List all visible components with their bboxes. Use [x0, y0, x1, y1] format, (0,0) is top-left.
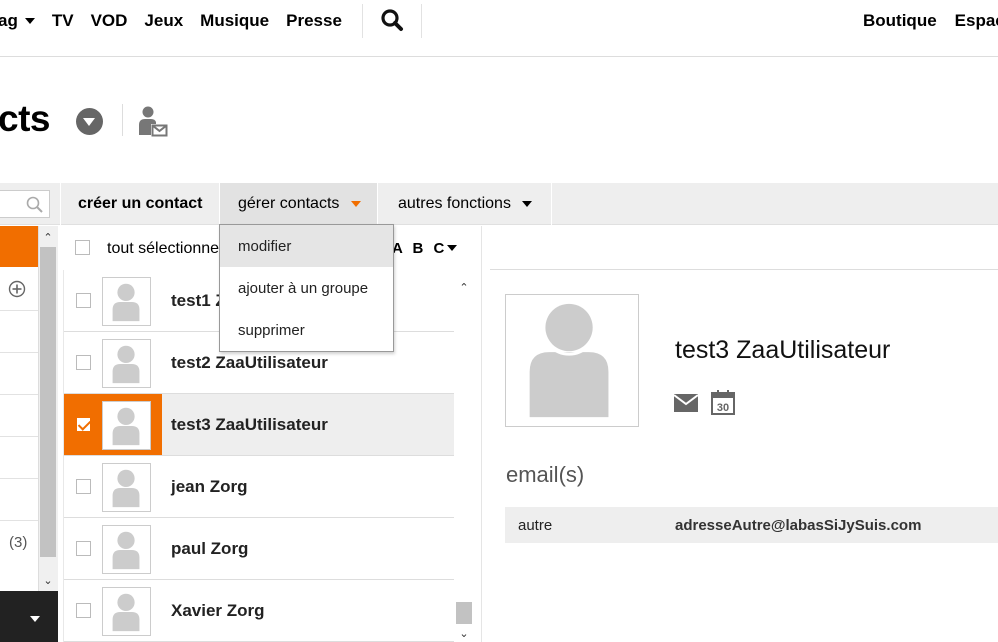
- contact-checkbox-checked[interactable]: [76, 417, 91, 432]
- email-row: autre adresseAutre@labasSiJySuis.com: [505, 507, 998, 543]
- top-navigation: ag TV VOD Jeux Musique Presse Boutique E…: [0, 0, 998, 57]
- search-icon: [26, 196, 43, 213]
- contact-row[interactable]: Xavier Zorg: [64, 580, 454, 642]
- search-icon[interactable]: [378, 7, 406, 35]
- contact-checkbox[interactable]: [76, 479, 91, 494]
- nav-item-musique[interactable]: Musique: [200, 11, 269, 31]
- avatar: [102, 339, 151, 388]
- nav-divider: [362, 4, 363, 38]
- contact-name: paul Zorg: [171, 539, 249, 558]
- scroll-down-icon[interactable]: ⌄: [38, 571, 58, 589]
- page-title: cts: [0, 98, 50, 139]
- select-all-checkbox[interactable]: [75, 240, 90, 255]
- sidebar-scrollbar-thumb[interactable]: [40, 247, 56, 557]
- email-section-title: email(s): [506, 462, 585, 487]
- contact-row[interactable]: paul Zorg: [64, 518, 454, 580]
- contact-checkbox[interactable]: [76, 603, 91, 618]
- nav-item-mag[interactable]: ag: [0, 11, 35, 31]
- chevron-down-icon[interactable]: [447, 245, 457, 251]
- mail-icon[interactable]: [674, 394, 698, 412]
- contact-list-scrollbar[interactable]: [454, 278, 474, 642]
- contact-checkbox[interactable]: [76, 541, 91, 556]
- sidebar-divider: [0, 478, 38, 479]
- add-group-icon[interactable]: [8, 280, 26, 298]
- avatar: [102, 401, 151, 450]
- nav-item-espace[interactable]: Espac: [955, 11, 998, 31]
- contact-mail-icon[interactable]: [137, 105, 169, 139]
- scroll-up-icon[interactable]: ⌃: [454, 278, 474, 296]
- nav-item-presse[interactable]: Presse: [286, 11, 342, 31]
- contact-name: test2 ZaaUtilisateur: [171, 353, 328, 372]
- contact-row-selected[interactable]: test3 ZaaUtilisateur: [64, 394, 454, 456]
- sidebar-divider: [0, 520, 38, 521]
- sort-alphabetical-button[interactable]: A B C: [392, 240, 447, 257]
- avatar: [102, 463, 151, 512]
- nav-item-boutique[interactable]: Boutique: [863, 11, 937, 31]
- nav-item-vod[interactable]: VOD: [91, 11, 128, 31]
- contact-search-input[interactable]: [0, 190, 50, 218]
- title-dropdown-button[interactable]: [76, 108, 103, 135]
- nav-divider: [421, 4, 422, 38]
- menu-item-modifier[interactable]: modifier: [220, 225, 393, 267]
- avatar-placeholder-icon: [529, 299, 609, 418]
- other-functions-button[interactable]: autres fonctions: [380, 183, 552, 225]
- avatar: [102, 587, 151, 636]
- contact-checkbox[interactable]: [76, 293, 91, 308]
- detail-divider: [490, 269, 998, 270]
- manage-contacts-button[interactable]: gérer contacts: [219, 183, 378, 225]
- chevron-down-icon: [521, 201, 532, 207]
- nav-item-tv[interactable]: TV: [52, 11, 74, 31]
- avatar: [102, 277, 151, 326]
- sidebar-divider: [0, 394, 38, 395]
- chevron-down-icon: [24, 18, 35, 24]
- menu-item-add-to-group[interactable]: ajouter à un groupe: [220, 267, 393, 309]
- sidebar-divider: [0, 436, 38, 437]
- contact-photo: [505, 294, 639, 427]
- contact-name: jean Zorg: [171, 477, 248, 496]
- contact-name: Xavier Zorg: [171, 601, 265, 620]
- toolbar: créer un contact gérer contacts autres f…: [0, 183, 998, 225]
- nav-item-jeux[interactable]: Jeux: [144, 11, 183, 31]
- sidebar-item-selected[interactable]: [0, 226, 38, 267]
- sidebar-divider: [0, 310, 38, 311]
- create-contact-button[interactable]: créer un contact: [60, 183, 218, 225]
- email-address-link[interactable]: adresseAutre@labasSiJySuis.com: [675, 517, 921, 534]
- sidebar-footer-menu-button[interactable]: [0, 591, 58, 642]
- contact-row[interactable]: jean Zorg: [64, 456, 454, 518]
- menu-item-delete[interactable]: supprimer: [220, 309, 393, 351]
- sidebar-divider: [0, 352, 38, 353]
- pane-divider: [481, 226, 482, 642]
- contact-checkbox[interactable]: [76, 355, 91, 370]
- contact-name: test3 ZaaUtilisateur: [171, 415, 328, 434]
- group-count: (3): [9, 534, 28, 551]
- svg-text:30: 30: [717, 402, 729, 414]
- contact-list-scrollbar-thumb[interactable]: [456, 602, 472, 624]
- select-all-label: tout sélectionner: [107, 240, 225, 257]
- scroll-up-icon[interactable]: ⌃: [38, 228, 58, 246]
- nav-right: Boutique Espac: [863, 0, 998, 42]
- nav-left: ag TV VOD Jeux Musique Presse: [0, 0, 359, 42]
- calendar-icon[interactable]: 30: [711, 390, 735, 415]
- scroll-down-icon[interactable]: ⌄: [454, 624, 474, 642]
- contact-detail-name: test3 ZaaUtilisateur: [675, 336, 891, 364]
- title-divider: [122, 104, 123, 136]
- manage-contacts-menu: modifier ajouter à un groupe supprimer: [219, 224, 394, 352]
- avatar: [102, 525, 151, 574]
- chevron-down-icon: [351, 201, 362, 207]
- email-type: autre: [518, 517, 553, 534]
